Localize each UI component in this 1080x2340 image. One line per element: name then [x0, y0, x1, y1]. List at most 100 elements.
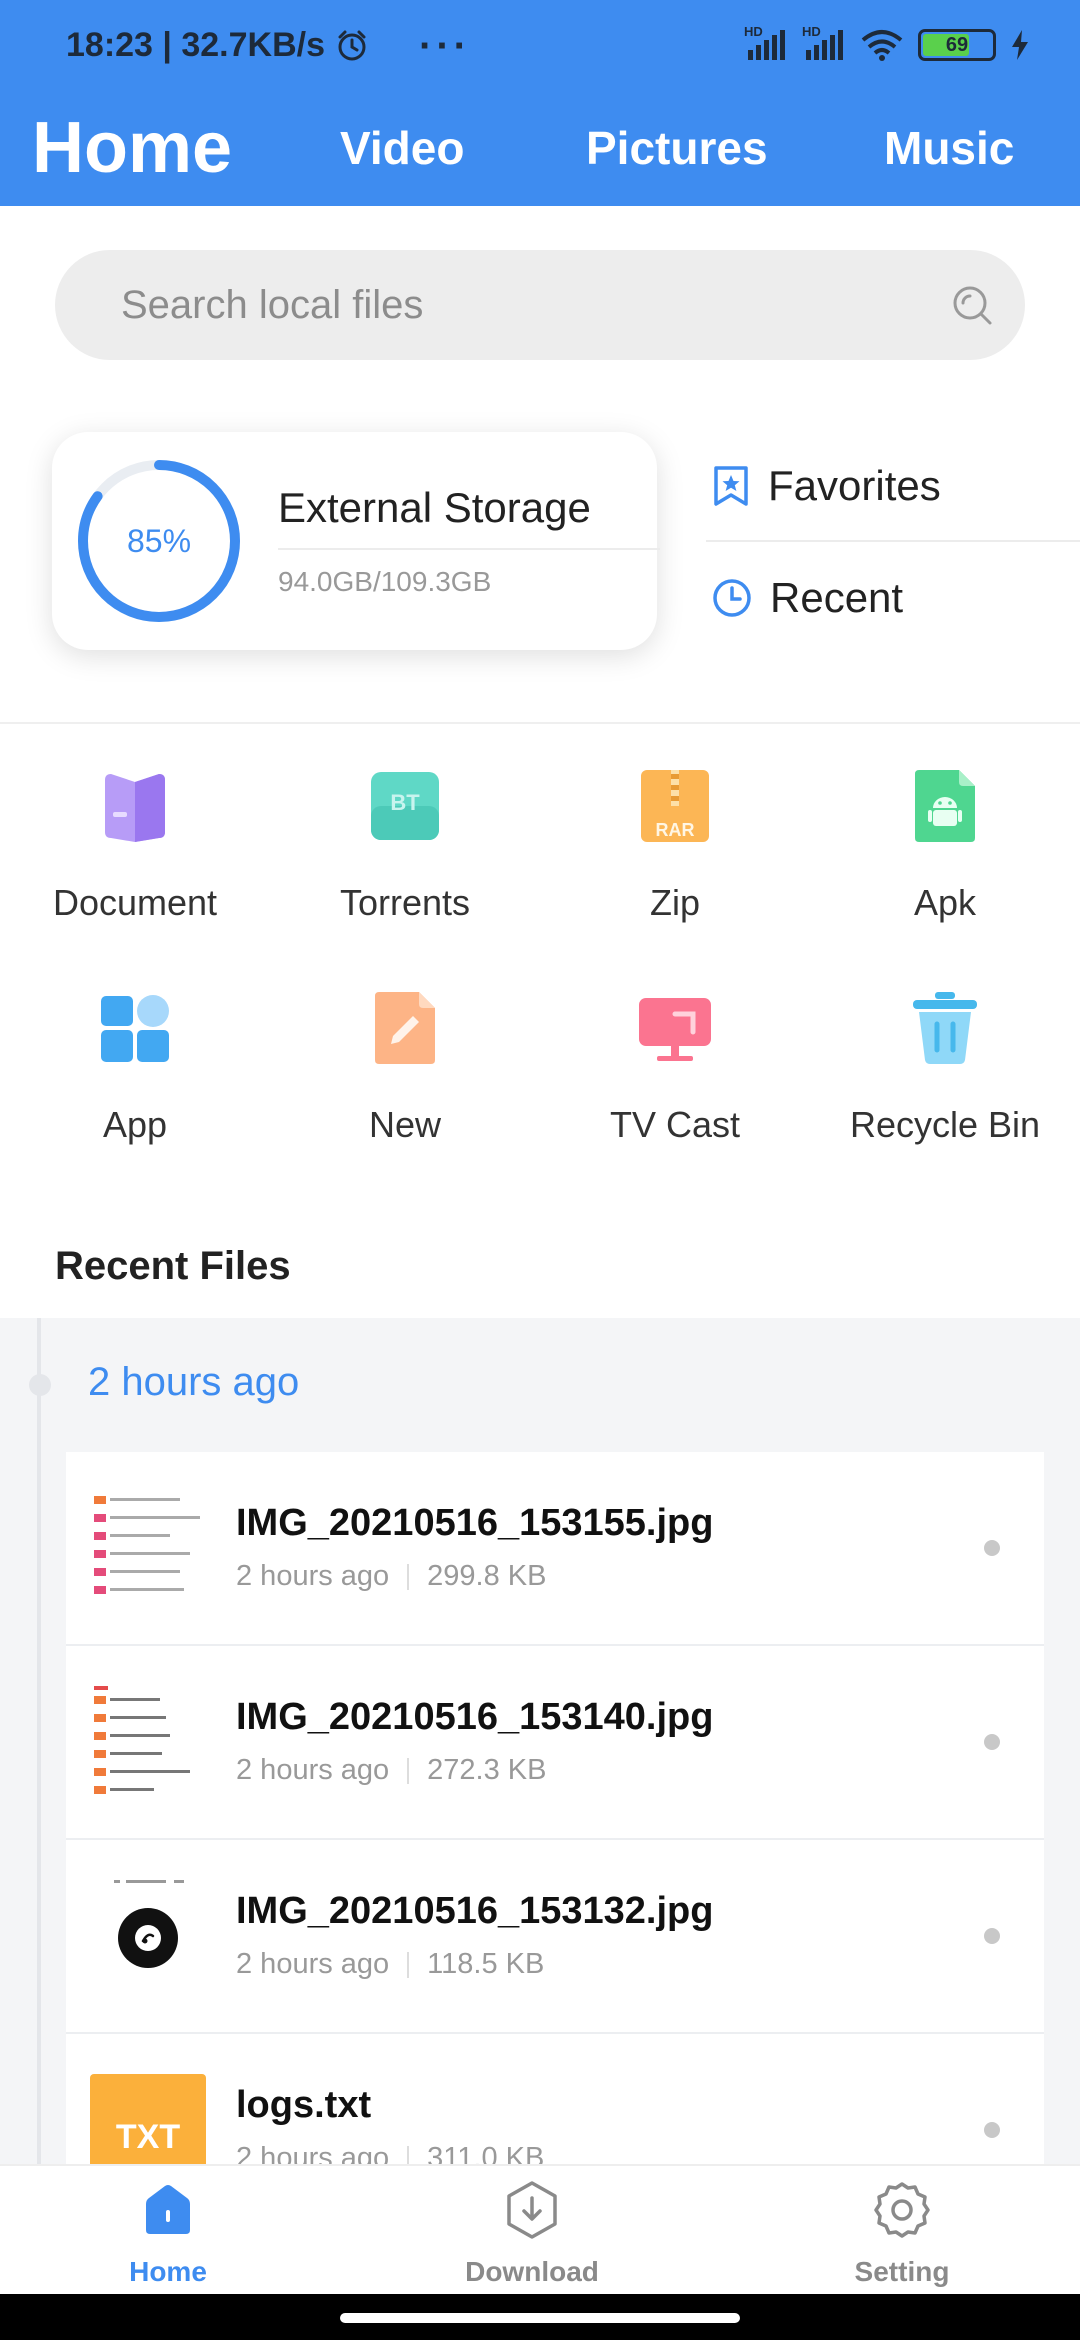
alarm-icon: [338, 30, 366, 60]
svg-text:BT: BT: [390, 790, 420, 815]
search-input[interactable]: [121, 282, 941, 328]
file-name: IMG_20210516_153155.jpg: [236, 1502, 714, 1544]
file-time: 2 hours ago: [236, 1754, 390, 1786]
side-divider: [706, 540, 1080, 542]
file-more-button[interactable]: [984, 2122, 1000, 2138]
file-name: logs.txt: [236, 2084, 372, 2126]
status-right: HD HD 69: [744, 24, 1030, 62]
nav-setting[interactable]: Setting: [802, 2180, 1002, 2288]
file-size: 299.8 KB: [427, 1560, 547, 1592]
file-list: IMG_20210516_153155.jpg 2 hours ago 299.…: [66, 1452, 1044, 2228]
more-dots: ···: [419, 23, 471, 68]
nav-home[interactable]: Home: [68, 2180, 268, 2288]
category-tv-cast[interactable]: TV Cast: [540, 952, 810, 1162]
nav-download[interactable]: Download: [432, 2180, 632, 2288]
clock-icon: [713, 579, 751, 617]
search-bar[interactable]: [55, 250, 1025, 360]
file-size: 118.5 KB: [427, 1948, 545, 1980]
timeline-dot: [29, 1374, 51, 1396]
recent-files-section: 2 hours ago IMG_20210516_153155.jpg 2 ho…: [0, 1318, 1080, 2228]
signal-hd-1: HD: [744, 24, 788, 62]
storage-card[interactable]: 85% External Storage 94.0GB/109.3GB: [52, 432, 660, 650]
time-and-speed: 18:23 | 32.7KB/s: [66, 26, 326, 64]
recycle-bin-icon: [913, 992, 977, 1064]
tab-video[interactable]: Video: [340, 90, 464, 206]
storage-title: External Storage: [278, 484, 591, 531]
timeline-line: [37, 1318, 41, 2168]
svg-text:RAR: RAR: [656, 820, 695, 840]
document-icon: [105, 774, 165, 842]
tab-home[interactable]: Home: [32, 90, 232, 206]
list-thumbnail: [90, 1488, 206, 1604]
file-row[interactable]: IMG_20210516_153140.jpg 2 hours ago 272.…: [66, 1646, 1044, 1840]
file-time: 2 hours ago: [236, 1948, 390, 1980]
file-meta: 2 hours ago 272.3 KB: [236, 1754, 547, 1787]
tab-pictures[interactable]: Pictures: [586, 90, 768, 206]
gear-icon: [874, 2182, 930, 2238]
category-torrents[interactable]: BT Torrents: [270, 730, 540, 940]
apk-icon: [915, 770, 975, 842]
category-document[interactable]: Document: [0, 730, 270, 940]
favorites-link[interactable]: Favorites: [712, 446, 941, 526]
signal-icon: [806, 30, 843, 60]
category-label: Zip: [649, 882, 700, 923]
svg-text:TXT: TXT: [116, 2118, 180, 2156]
bottom-nav: Home Download Setting: [0, 2164, 1080, 2294]
nav-label: Download: [465, 2256, 599, 2287]
time-group-label: 2 hours ago: [88, 1360, 300, 1404]
file-name: IMG_20210516_153132.jpg: [236, 1890, 714, 1932]
tab-music[interactable]: Music: [884, 90, 1014, 206]
file-row[interactable]: IMG_20210516_153132.jpg 2 hours ago 118.…: [66, 1840, 1044, 2034]
category-label: App: [102, 1104, 168, 1145]
file-name: IMG_20210516_153140.jpg: [236, 1696, 714, 1738]
download-icon: [507, 2181, 557, 2239]
file-meta: 2 hours ago 118.5 KB: [236, 1948, 544, 1981]
category-label: Torrents: [339, 882, 471, 923]
nav-label: Home: [129, 2256, 207, 2287]
torrents-icon: BT: [371, 772, 439, 840]
wifi-icon: [861, 30, 903, 61]
favorites-label: Favorites: [768, 462, 941, 509]
list-thumbnail: [90, 1682, 206, 1798]
zip-icon: RAR: [641, 770, 709, 842]
nav-label: Setting: [854, 2256, 950, 2287]
app-header: 18:23 | 32.7KB/s ··· HD HD 69 Home Video…: [0, 0, 1080, 206]
home-icon: [146, 2185, 190, 2234]
status-left: 18:23 | 32.7KB/s ···: [66, 23, 471, 68]
category-zip[interactable]: RAR Zip: [540, 730, 810, 940]
recent-label: Recent: [770, 574, 904, 621]
file-size: 272.3 KB: [427, 1754, 547, 1786]
signal-hd-2: HD: [802, 24, 846, 62]
tv-cast-icon: [639, 998, 711, 1061]
file-more-button[interactable]: [984, 1540, 1000, 1556]
category-label: Recycle Bin: [849, 1104, 1041, 1145]
category-recycle-bin[interactable]: Recycle Bin: [810, 952, 1080, 1162]
category-label: TV Cast: [609, 1104, 741, 1145]
section-divider: [0, 722, 1080, 724]
status-bar: 18:23 | 32.7KB/s ··· HD HD 69: [0, 0, 1080, 90]
file-row[interactable]: IMG_20210516_153155.jpg 2 hours ago 299.…: [66, 1452, 1044, 1646]
signal-icon: [748, 30, 785, 60]
file-more-button[interactable]: [984, 1928, 1000, 1944]
vinyl-thumbnail: [90, 1876, 206, 1992]
storage-divider: [278, 548, 660, 550]
meta-separator: [407, 1757, 410, 1784]
meta-separator: [407, 1563, 410, 1590]
file-meta: 2 hours ago 299.8 KB: [236, 1560, 547, 1593]
category-new[interactable]: New: [270, 952, 540, 1162]
search-icon[interactable]: [949, 282, 995, 328]
recent-files-title: Recent Files: [55, 1244, 291, 1288]
charging-icon: [1012, 30, 1028, 60]
home-indicator[interactable]: [340, 2313, 740, 2323]
category-label: Document: [52, 882, 218, 923]
recent-link[interactable]: Recent: [712, 558, 903, 638]
file-time: 2 hours ago: [236, 1560, 390, 1592]
file-more-button[interactable]: [984, 1734, 1000, 1750]
battery-level: 69: [945, 33, 969, 56]
top-tabs: Home Video Pictures Music: [0, 90, 1080, 206]
category-apk[interactable]: Apk: [810, 730, 1080, 940]
category-label: Apk: [913, 882, 977, 923]
bookmark-star-icon: [714, 466, 748, 506]
category-app[interactable]: App: [0, 952, 270, 1162]
storage-size: 94.0GB/109.3GB: [278, 566, 492, 597]
